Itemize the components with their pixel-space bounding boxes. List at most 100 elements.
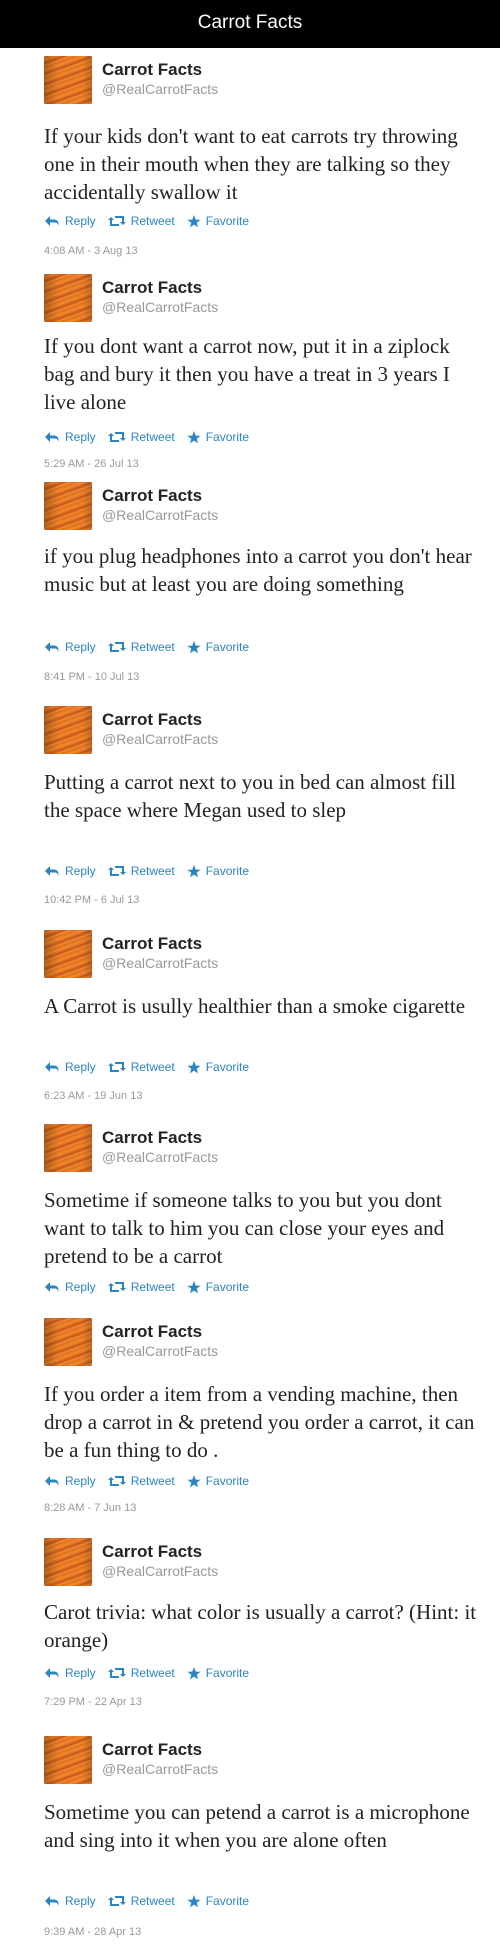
reply-label: Reply <box>65 1894 96 1908</box>
tweet-text: A Carrot is usully healthier than a smok… <box>44 994 466 1018</box>
retweet-button[interactable]: Retweet <box>107 1894 175 1908</box>
reply-arrow-icon <box>45 216 59 226</box>
reply-button[interactable]: Reply <box>44 430 96 444</box>
user-handle[interactable]: @RealCarrotFacts <box>102 1761 218 1777</box>
tweet-text: Putting a carrot next to you in bed can … <box>44 770 456 822</box>
reply-button[interactable]: Reply <box>44 640 96 654</box>
user-name[interactable]: Carrot Facts <box>102 1740 202 1760</box>
retweet-button[interactable]: Retweet <box>107 864 175 878</box>
reply-button[interactable]: Reply <box>44 214 96 228</box>
retweet-label: Retweet <box>130 1894 175 1908</box>
user-name[interactable]: Carrot Facts <box>102 60 202 80</box>
tweet-timestamp[interactable]: 4:08 AM - 3 Aug 13 <box>44 245 138 257</box>
tweet-text: Sometime you can petend a carrot is a mi… <box>44 1800 470 1852</box>
tweet-text: Carot trivia: what color is usually a ca… <box>44 1600 477 1652</box>
favorite-button[interactable]: Favorite <box>187 1060 249 1074</box>
tweet-timestamp[interactable]: 6:23 AM - 19 Jun 13 <box>44 1090 142 1102</box>
retweet-button[interactable]: Retweet <box>107 1474 175 1488</box>
retweet-button[interactable]: Retweet <box>107 1060 175 1074</box>
user-handle[interactable]: @RealCarrotFacts <box>102 1343 218 1359</box>
favorite-button[interactable]: Favorite <box>187 640 249 654</box>
reply-arrow-icon <box>45 1476 59 1486</box>
reply-button[interactable]: Reply <box>44 1666 96 1680</box>
retweet-icon <box>107 1668 126 1678</box>
reply-label: Reply <box>65 864 96 878</box>
user-name[interactable]: Carrot Facts <box>102 1542 202 1562</box>
tweet-actions: Reply Retweet Favorite <box>44 1894 261 1908</box>
tweet-actions: Reply Retweet Favorite <box>44 640 261 654</box>
reply-arrow-icon <box>45 866 59 876</box>
reply-label: Reply <box>65 430 96 444</box>
carrot-avatar[interactable] <box>44 274 92 322</box>
user-handle[interactable]: @RealCarrotFacts <box>102 299 218 315</box>
retweet-button[interactable]: Retweet <box>107 1666 175 1680</box>
user-handle[interactable]: @RealCarrotFacts <box>102 955 218 971</box>
user-handle[interactable]: @RealCarrotFacts <box>102 1149 218 1165</box>
tweet-actions: Reply Retweet Favorite <box>44 1474 261 1488</box>
user-handle[interactable]: @RealCarrotFacts <box>102 507 218 523</box>
favorite-button[interactable]: Favorite <box>187 1474 249 1488</box>
reply-label: Reply <box>65 640 96 654</box>
favorite-button[interactable]: Favorite <box>187 1280 249 1294</box>
retweet-button[interactable]: Retweet <box>107 640 175 654</box>
tweet-timestamp[interactable]: 8:28 AM - 7 Jun 13 <box>44 1502 136 1514</box>
tweet-text: If you dont want a carrot now, put it in… <box>44 334 450 414</box>
reply-button[interactable]: Reply <box>44 1474 96 1488</box>
user-name[interactable]: Carrot Facts <box>102 278 202 298</box>
tweet-timestamp[interactable]: 10:42 PM - 6 Jul 13 <box>44 894 139 906</box>
reply-arrow-icon <box>45 1896 59 1906</box>
favorite-label: Favorite <box>205 1060 250 1074</box>
carrot-avatar[interactable] <box>44 1124 92 1172</box>
tweet-timestamp[interactable]: 5:29 AM - 26 Jul 13 <box>44 458 139 470</box>
favorite-button[interactable]: Favorite <box>187 214 249 228</box>
tweet-timestamp[interactable]: 8:41 PM - 10 Jul 13 <box>44 671 139 683</box>
user-name[interactable]: Carrot Facts <box>102 710 202 730</box>
retweet-button[interactable]: Retweet <box>107 1280 175 1294</box>
user-name[interactable]: Carrot Facts <box>102 1322 202 1342</box>
reply-button[interactable]: Reply <box>44 1894 96 1908</box>
favorite-label: Favorite <box>205 1894 250 1908</box>
favorite-label: Favorite <box>205 864 250 878</box>
favorite-label: Favorite <box>205 214 250 228</box>
tweet-timestamp[interactable]: 7:29 PM - 22 Apr 13 <box>44 1696 142 1708</box>
carrot-avatar[interactable] <box>44 1736 92 1784</box>
retweet-icon <box>107 1062 126 1072</box>
user-handle[interactable]: @RealCarrotFacts <box>102 81 218 97</box>
reply-button[interactable]: Reply <box>44 1060 96 1074</box>
favorite-button[interactable]: Favorite <box>187 1666 249 1680</box>
reply-button[interactable]: Reply <box>44 1280 96 1294</box>
carrot-avatar[interactable] <box>44 930 92 978</box>
retweet-label: Retweet <box>130 1280 175 1294</box>
tweet-actions: Reply Retweet Favorite <box>44 1060 261 1074</box>
tweet-timestamp[interactable]: 9:39 AM - 28 Apr 13 <box>44 1926 141 1938</box>
user-name[interactable]: Carrot Facts <box>102 486 202 506</box>
user-handle[interactable]: @RealCarrotFacts <box>102 731 218 747</box>
tweet-text: If your kids don't want to eat carrots t… <box>44 124 458 204</box>
favorite-button[interactable]: Favorite <box>187 864 249 878</box>
tweet-actions: Reply Retweet Favorite <box>44 864 261 878</box>
retweet-button[interactable]: Retweet <box>107 214 175 228</box>
favorite-button[interactable]: Favorite <box>187 430 249 444</box>
user-handle[interactable]: @RealCarrotFacts <box>102 1563 218 1579</box>
favorite-button[interactable]: Favorite <box>187 1894 249 1908</box>
app-header: Carrot Facts <box>0 0 500 48</box>
carrot-avatar[interactable] <box>44 706 92 754</box>
favorite-label: Favorite <box>205 640 250 654</box>
carrot-avatar[interactable] <box>44 1538 92 1586</box>
carrot-avatar[interactable] <box>44 482 92 530</box>
user-name[interactable]: Carrot Facts <box>102 934 202 954</box>
tweet-text: If you order a item from a vending machi… <box>44 1382 475 1462</box>
reply-button[interactable]: Reply <box>44 864 96 878</box>
retweet-icon <box>107 1476 126 1486</box>
retweet-label: Retweet <box>130 430 175 444</box>
retweet-button[interactable]: Retweet <box>107 430 175 444</box>
carrot-avatar[interactable] <box>44 56 92 104</box>
retweet-label: Retweet <box>130 1060 175 1074</box>
reply-arrow-icon <box>45 642 59 652</box>
carrot-avatar[interactable] <box>44 1318 92 1366</box>
user-name[interactable]: Carrot Facts <box>102 1128 202 1148</box>
retweet-icon <box>107 1896 126 1906</box>
reply-arrow-icon <box>45 1062 59 1072</box>
retweet-label: Retweet <box>130 1474 175 1488</box>
tweet-text: Sometime if someone talks to you but you… <box>44 1188 445 1268</box>
